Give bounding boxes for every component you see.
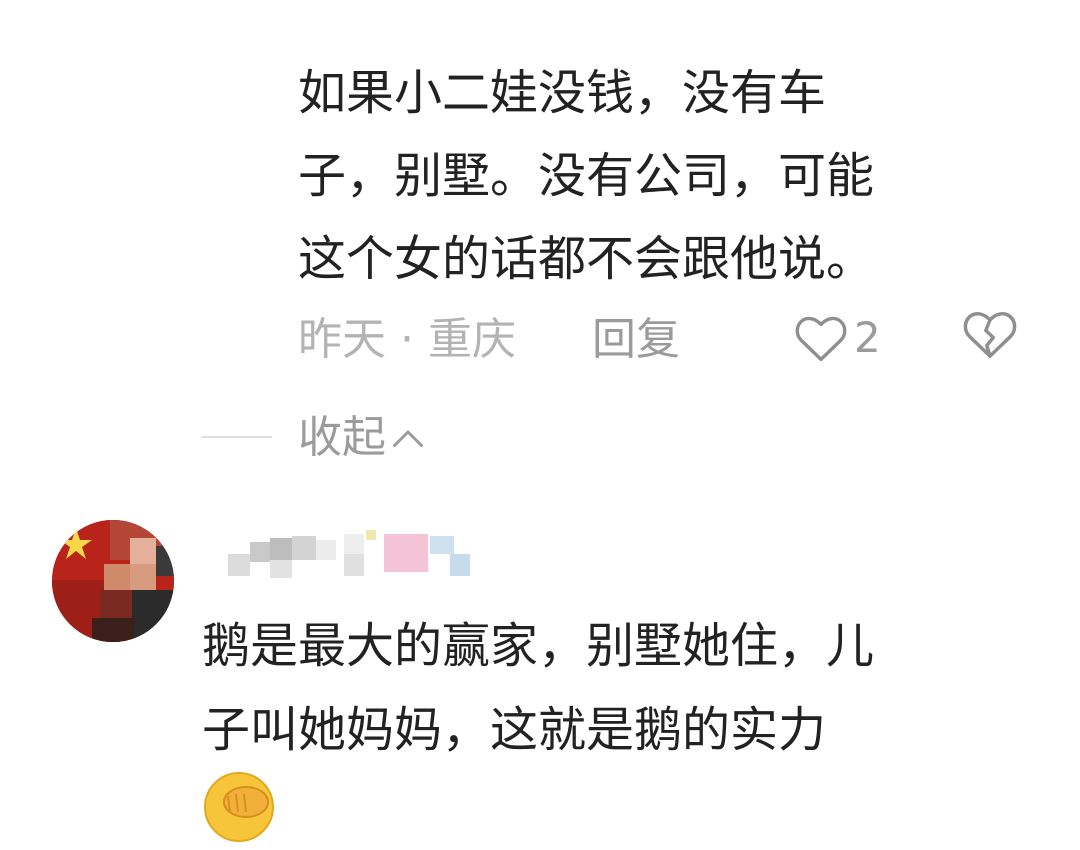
facepalm-emoji-icon bbox=[204, 772, 274, 842]
heart-outline-icon bbox=[795, 316, 847, 362]
avatar[interactable] bbox=[52, 520, 174, 642]
comment-line: 鹅是最大的赢家，别墅她住，儿 bbox=[202, 618, 875, 674]
collapse-replies-button[interactable]: 收起 bbox=[298, 410, 426, 466]
comment-time-location: 昨天 · 重庆 bbox=[298, 314, 516, 365]
chevron-up-icon bbox=[393, 430, 423, 447]
facepalm-emoji bbox=[200, 768, 278, 846]
avatar-flag-pixelated bbox=[52, 520, 174, 642]
reply-line: 这个女的话都不会跟他说。 bbox=[298, 231, 875, 287]
collapse-divider bbox=[202, 436, 272, 438]
username[interactable] bbox=[224, 526, 504, 582]
reply-comment-text: 如果小二娃没钱，没有车 子，别墅。没有公司，可能 这个女的话都不会跟他说。 bbox=[298, 52, 1038, 301]
reply-line: 如果小二娃没钱，没有车 bbox=[298, 65, 827, 121]
reply-line: 子，别墅。没有公司，可能 bbox=[298, 148, 875, 204]
like-button[interactable]: 2 bbox=[794, 308, 881, 368]
dislike-button[interactable] bbox=[962, 308, 1018, 368]
broken-heart-icon bbox=[963, 312, 1017, 358]
reply-button[interactable]: 回复 bbox=[592, 312, 680, 368]
comment-text: 鹅是最大的赢家，别墅她住，儿 子叫她妈妈，这就是鹅的实力 bbox=[202, 604, 1042, 772]
pixelated-username bbox=[228, 530, 470, 578]
like-count: 2 bbox=[854, 313, 881, 362]
comment-line: 子叫她妈妈，这就是鹅的实力 bbox=[202, 702, 827, 758]
collapse-label: 收起 bbox=[298, 412, 386, 463]
